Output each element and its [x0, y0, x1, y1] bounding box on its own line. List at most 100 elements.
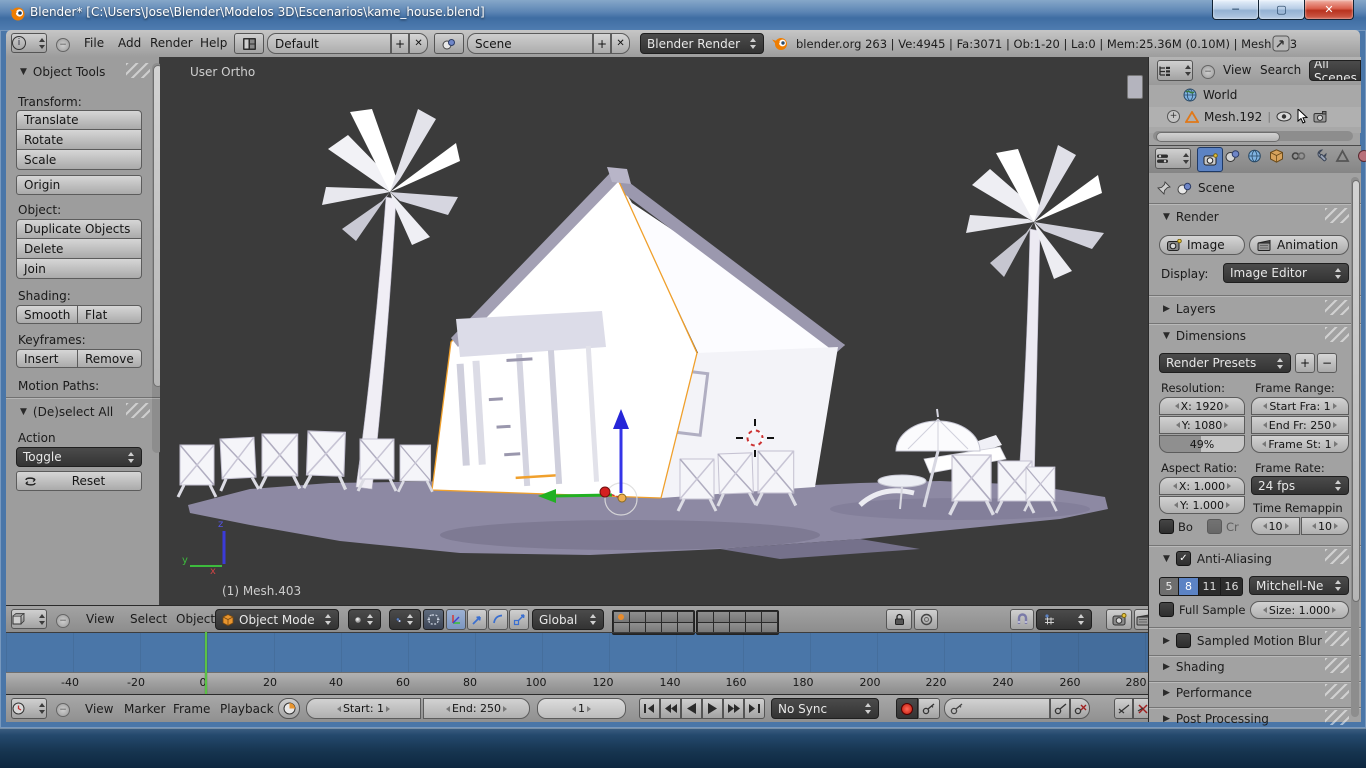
reset-button[interactable]: Reset	[16, 471, 142, 491]
menu-add[interactable]: Add	[118, 36, 141, 50]
aspect-x-field[interactable]: X: 1.000	[1159, 477, 1245, 495]
remove-keyframe-button[interactable]: Remove	[78, 349, 142, 368]
properties-scrollbar[interactable]	[1351, 177, 1359, 717]
render-engine-dropdown[interactable]: Blender Render	[640, 33, 764, 54]
render-animation-button[interactable]: Animation	[1249, 235, 1349, 255]
aa-samples-11-button[interactable]: 11	[1199, 577, 1221, 596]
shading-panel-header[interactable]: ▶ Shading	[1163, 660, 1225, 674]
rotate-manipulator-button[interactable]	[467, 609, 487, 630]
render-visibility-icon[interactable]	[1313, 111, 1328, 123]
aa-filter-dropdown[interactable]: Mitchell-Ne	[1249, 576, 1349, 595]
panel-grip[interactable]	[1325, 658, 1349, 673]
layers-panel-header[interactable]: ▶ Layers	[1163, 302, 1216, 316]
end-frame-field[interactable]: End: 250	[423, 698, 530, 719]
resolution-percentage-slider[interactable]: 49%	[1159, 435, 1245, 453]
remap-new-field[interactable]: 10	[1301, 517, 1349, 535]
menu-render[interactable]: Render	[150, 36, 193, 50]
render-presets-dropdown[interactable]: Render Presets	[1159, 353, 1291, 373]
outliner-row-mesh[interactable]: + Mesh.192 |	[1167, 109, 1328, 124]
motion-blur-checkbox[interactable]	[1176, 633, 1191, 648]
decrement-icon[interactable]	[446, 706, 450, 712]
pin-icon[interactable]	[1157, 181, 1171, 195]
scale-manipulator-button[interactable]	[509, 609, 529, 630]
rotate-arc-button[interactable]	[488, 609, 508, 630]
add-scene-button[interactable]: +	[593, 33, 611, 54]
proportional-edit-button[interactable]	[914, 609, 938, 630]
orientation-dropdown[interactable]: Global	[532, 609, 604, 630]
insert-keyframe-button[interactable]	[1050, 698, 1070, 719]
render-image-button[interactable]: Image	[1159, 235, 1245, 255]
panel-grip[interactable]	[1325, 631, 1349, 646]
increment-icon[interactable]	[587, 706, 591, 712]
full-sample-checkbox[interactable]	[1159, 602, 1174, 617]
panel-grip[interactable]	[1325, 208, 1349, 223]
tab-render-active[interactable]	[1197, 147, 1223, 172]
scene-icon-button[interactable]	[434, 33, 464, 54]
editor-type-button[interactable]	[11, 698, 47, 719]
shade-smooth-button[interactable]: Smooth	[16, 305, 78, 324]
timeline-track-area[interactable]	[6, 632, 1148, 672]
lock-to-scene-button[interactable]	[886, 609, 912, 630]
translate-button[interactable]: Translate	[16, 110, 142, 130]
marker-menu[interactable]: Marker	[124, 702, 165, 716]
tab-object-icon[interactable]	[1269, 149, 1284, 163]
increment-icon[interactable]	[386, 706, 390, 712]
render-still-button[interactable]	[1106, 609, 1132, 630]
border-option[interactable]: Bo	[1159, 519, 1193, 534]
prev-keyframe-button[interactable]	[660, 698, 681, 719]
resolution-x-field[interactable]: X: 1920	[1159, 397, 1245, 415]
aspect-y-field[interactable]: Y: 1.000	[1159, 496, 1245, 514]
full-sample-option[interactable]: Full Sample	[1159, 602, 1245, 617]
delete-scene-button[interactable]: ✕	[611, 33, 630, 54]
deselect-all-panel-header[interactable]: ▼ (De)select All	[20, 405, 113, 419]
menu-file[interactable]: File	[84, 36, 104, 50]
start-frame-field[interactable]: Start Fra: 1	[1251, 397, 1349, 415]
tab-modifiers-icon[interactable]	[1313, 149, 1328, 163]
view-menu[interactable]: View	[86, 612, 114, 626]
screen-layout-icon-button[interactable]	[234, 33, 264, 54]
remove-preset-button[interactable]: −	[1317, 353, 1337, 373]
display-dropdown[interactable]: Image Editor	[1223, 263, 1349, 283]
outliner-view-menu[interactable]: View	[1223, 63, 1251, 77]
window-duplicate-icon[interactable]	[1272, 35, 1290, 52]
keyingset-active-button[interactable]	[1114, 698, 1133, 719]
jump-to-end-button[interactable]	[744, 698, 765, 719]
aa-size-field[interactable]: Size: 1.000	[1250, 601, 1349, 619]
panel-grip[interactable]	[126, 403, 150, 418]
scene-field[interactable]: Scene	[467, 33, 593, 54]
resolution-y-field[interactable]: Y: 1080	[1159, 416, 1245, 434]
layer-1-active[interactable]	[614, 612, 629, 622]
frame-step-field[interactable]: Frame St: 1	[1251, 435, 1349, 453]
aa-samples-8-button-selected[interactable]: 8	[1179, 577, 1199, 596]
end-frame-field[interactable]: End Fr: 250	[1251, 416, 1349, 434]
aa-samples-5-button[interactable]: 5	[1159, 577, 1179, 596]
auto-keyframe-record-button[interactable]	[896, 698, 918, 719]
sync-mode-dropdown[interactable]: No Sync	[771, 698, 879, 719]
close-button[interactable]: ✕	[1304, 0, 1354, 20]
keying-mode-button[interactable]	[918, 698, 940, 719]
object-tools-panel-header[interactable]: ▼ Object Tools	[20, 65, 105, 79]
tab-material-icon[interactable]	[1357, 149, 1366, 163]
shading-dropdown[interactable]	[348, 609, 381, 630]
performance-panel-header[interactable]: ▶ Performance	[1163, 686, 1252, 700]
timeline-ruler[interactable]: -40 -20 0 20 40 60 80 100 120 140 160 18…	[6, 672, 1148, 694]
current-frame-playhead[interactable]	[205, 632, 207, 694]
panel-grip[interactable]	[1325, 327, 1349, 342]
next-keyframe-button[interactable]	[723, 698, 744, 719]
join-button[interactable]: Join	[16, 259, 142, 279]
expand-icon[interactable]: +	[1167, 110, 1180, 123]
translate-manipulator-button[interactable]	[446, 609, 466, 630]
keying-set-field[interactable]	[944, 698, 1050, 719]
outliner-row-world[interactable]: World	[1183, 88, 1237, 102]
crop-option[interactable]: Cr	[1207, 519, 1239, 534]
object-menu[interactable]: Object	[176, 612, 215, 626]
crop-checkbox[interactable]	[1207, 519, 1222, 534]
editor-type-button[interactable]	[1157, 60, 1193, 81]
panel-grip[interactable]	[1325, 710, 1349, 725]
collapse-menus-button[interactable]: −	[56, 614, 70, 628]
playback-menu[interactable]: Playback	[220, 702, 274, 716]
motion-blur-panel-header[interactable]: ▶ Sampled Motion Blur	[1163, 633, 1322, 648]
dimensions-panel-header[interactable]: ▼ Dimensions	[1163, 329, 1246, 343]
play-button[interactable]	[702, 698, 723, 719]
scale-button[interactable]: Scale	[16, 150, 142, 170]
